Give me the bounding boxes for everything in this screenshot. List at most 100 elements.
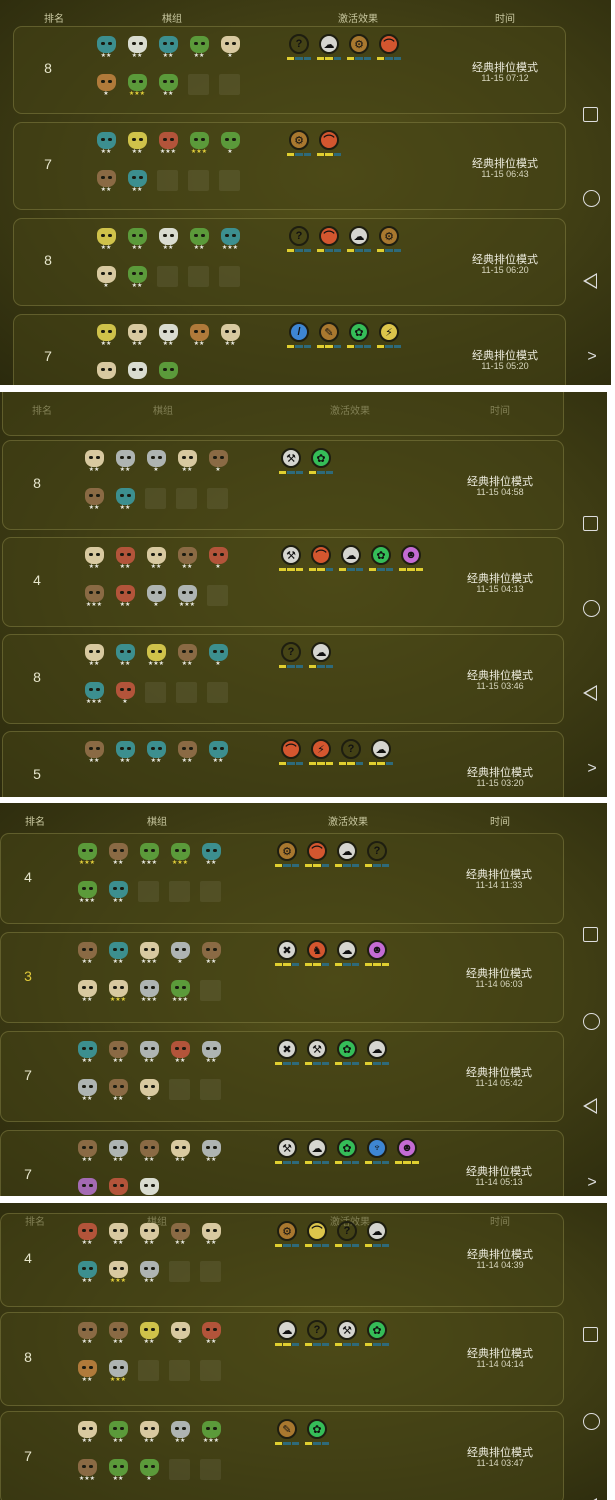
chess-piece[interactable]: ★★ xyxy=(200,843,222,867)
chess-piece[interactable]: ★★ xyxy=(114,450,136,474)
chess-piece[interactable]: ★★★ xyxy=(107,980,129,1004)
synergy-badge[interactable]: ☁ xyxy=(335,841,359,871)
chess-piece[interactable] xyxy=(95,362,117,385)
next-icon[interactable]: > xyxy=(582,1173,602,1193)
synergy-badge[interactable]: ? xyxy=(287,226,311,256)
chess-piece[interactable]: ★★ xyxy=(188,324,210,348)
chess-piece[interactable]: ★★ xyxy=(176,644,198,668)
chess-piece[interactable]: ★★ xyxy=(126,36,148,60)
recent-apps-icon[interactable] xyxy=(583,516,598,531)
chess-piece[interactable]: ★★ xyxy=(76,1041,98,1065)
chess-piece[interactable]: ★★ xyxy=(76,1322,98,1346)
chess-piece[interactable]: ★★ xyxy=(107,1322,129,1346)
chess-piece[interactable]: ★★★ xyxy=(176,585,198,609)
chess-piece[interactable]: ★★ xyxy=(169,1041,191,1065)
chess-piece[interactable]: ★★ xyxy=(145,547,167,571)
chess-piece[interactable]: ★★ xyxy=(95,132,117,156)
synergy-badge[interactable]: ⚡ xyxy=(377,322,401,352)
chess-piece[interactable]: ★★ xyxy=(176,450,198,474)
chess-piece[interactable]: ★ xyxy=(207,450,229,474)
chess-piece[interactable]: ★★ xyxy=(95,324,117,348)
chess-piece[interactable]: ★★ xyxy=(107,1041,129,1065)
chess-piece[interactable]: ★★ xyxy=(157,228,179,252)
chess-piece[interactable]: ★ xyxy=(169,1322,191,1346)
chess-piece[interactable]: ★★ xyxy=(126,132,148,156)
chess-piece[interactable]: ★ xyxy=(207,644,229,668)
chess-piece[interactable]: ★★★ xyxy=(188,132,210,156)
chess-piece[interactable]: ★★ xyxy=(107,881,129,905)
synergy-badge[interactable]: ? xyxy=(365,841,389,871)
synergy-badge[interactable]: ? xyxy=(305,1320,329,1350)
synergy-badge[interactable]: ☁ xyxy=(275,1320,299,1350)
synergy-badge[interactable]: ✿ xyxy=(369,545,393,575)
chess-piece[interactable]: ★★ xyxy=(76,1360,98,1384)
synergy-badge[interactable]: ☻ xyxy=(365,940,389,970)
chess-piece[interactable] xyxy=(76,1178,98,1196)
chess-piece[interactable]: ★★ xyxy=(200,1322,222,1346)
synergy-badge[interactable]: ☁ xyxy=(365,1039,389,1069)
synergy-badge[interactable]: ✎ xyxy=(317,322,341,352)
chess-piece[interactable]: ★ xyxy=(95,266,117,290)
chess-piece[interactable] xyxy=(157,362,179,385)
chess-piece[interactable]: ★★ xyxy=(219,324,241,348)
chess-piece[interactable]: ★★ xyxy=(76,1140,98,1164)
chess-piece[interactable]: ★★ xyxy=(126,266,148,290)
synergy-badge[interactable]: ✿ xyxy=(309,448,333,478)
chess-piece[interactable]: ★ xyxy=(219,36,241,60)
chess-piece[interactable]: ★★ xyxy=(107,1140,129,1164)
synergy-badge[interactable]: ⌒ xyxy=(317,226,341,256)
synergy-badge[interactable]: ☁ xyxy=(317,34,341,64)
chess-piece[interactable]: ★★ xyxy=(114,547,136,571)
synergy-badge[interactable]: ⚒ xyxy=(275,1138,299,1168)
chess-piece[interactable]: ★★ xyxy=(176,547,198,571)
chess-piece[interactable]: ★★ xyxy=(107,1421,129,1445)
chess-piece[interactable]: ★ xyxy=(207,547,229,571)
chess-piece[interactable]: ★★ xyxy=(169,1140,191,1164)
chess-piece[interactable]: ★ xyxy=(219,132,241,156)
chess-piece[interactable]: ★★ xyxy=(76,1079,98,1103)
chess-piece[interactable]: ★★ xyxy=(107,1079,129,1103)
synergy-badge[interactable]: ☁ xyxy=(335,940,359,970)
chess-piece[interactable]: ★★ xyxy=(76,1223,98,1247)
chess-piece[interactable]: ★★ xyxy=(76,942,98,966)
chess-piece[interactable]: ★★ xyxy=(83,488,105,512)
next-icon[interactable]: > xyxy=(582,347,602,367)
chess-piece[interactable]: ★★ xyxy=(114,585,136,609)
chess-piece[interactable]: ★★★ xyxy=(76,881,98,905)
chess-piece[interactable]: ★★ xyxy=(157,324,179,348)
chess-piece[interactable]: ★★★ xyxy=(107,1261,129,1285)
synergy-badge[interactable]: ✖ xyxy=(275,940,299,970)
synergy-badge[interactable]: ✖ xyxy=(275,1039,299,1069)
chess-piece[interactable]: ★★★ xyxy=(138,942,160,966)
synergy-badge[interactable]: ✿ xyxy=(365,1320,389,1350)
home-icon[interactable] xyxy=(583,1013,600,1030)
chess-piece[interactable]: ★★ xyxy=(126,170,148,194)
chess-piece[interactable] xyxy=(126,362,148,385)
chess-piece[interactable]: ★★ xyxy=(95,228,117,252)
chess-piece[interactable]: ★★ xyxy=(157,36,179,60)
synergy-badge[interactable]: / xyxy=(287,322,311,352)
chess-piece[interactable]: ★★★ xyxy=(126,74,148,98)
synergy-badge[interactable]: ✿ xyxy=(335,1138,359,1168)
synergy-badge[interactable]: ⌒ xyxy=(309,545,333,575)
chess-piece[interactable]: ★★ xyxy=(126,324,148,348)
synergy-badge[interactable]: ⌒ xyxy=(305,841,329,871)
chess-piece[interactable]: ★★ xyxy=(138,1041,160,1065)
chess-piece[interactable]: ★ xyxy=(138,1079,160,1103)
chess-piece[interactable]: ★★★ xyxy=(83,682,105,706)
synergy-badge[interactable]: ☁ xyxy=(369,739,393,769)
chess-piece[interactable]: ★★ xyxy=(200,1223,222,1247)
chess-piece[interactable]: ★★★ xyxy=(76,1459,98,1483)
chess-piece[interactable]: ★★ xyxy=(114,644,136,668)
chess-piece[interactable]: ★★ xyxy=(188,228,210,252)
chess-piece[interactable]: ★★ xyxy=(138,1223,160,1247)
synergy-badge[interactable]: ⌒ xyxy=(279,739,303,769)
synergy-badge[interactable]: ☁ xyxy=(305,1138,329,1168)
chess-piece[interactable]: ★★ xyxy=(107,942,129,966)
synergy-badge[interactable]: ⚙ xyxy=(347,34,371,64)
chess-piece[interactable]: ★★ xyxy=(207,741,229,765)
synergy-badge[interactable]: ? xyxy=(339,739,363,769)
chess-piece[interactable]: ★ xyxy=(145,585,167,609)
synergy-badge[interactable]: ☁ xyxy=(309,642,333,672)
synergy-badge[interactable]: ⚒ xyxy=(305,1039,329,1069)
